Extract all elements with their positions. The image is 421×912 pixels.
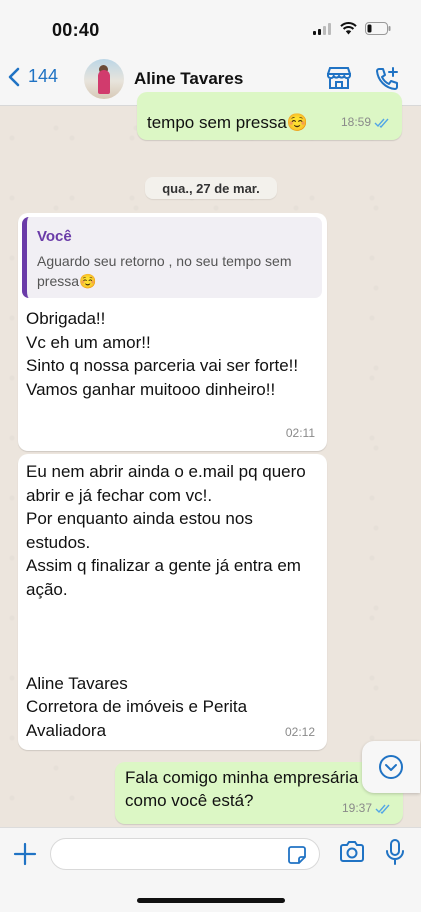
sticker-icon[interactable] [287,845,307,865]
wifi-icon [340,22,357,35]
date-separator: qua., 27 de mar. [145,177,277,199]
chevron-left-icon [8,67,20,86]
message-meta: 19:37 [342,797,391,820]
plus-icon[interactable] [12,841,38,867]
message-input[interactable] [50,838,320,870]
status-bar: 00:40 [0,0,421,52]
signal-icon [313,22,331,35]
double-check-icon [375,804,390,814]
quoted-message[interactable]: Você Aguardo seu retorno , no seu tempo … [22,217,322,298]
battery-icon [365,22,391,35]
quote-author: Você [37,228,72,245]
call-add-icon[interactable] [373,65,401,93]
quote-text: Aguardo seu retorno , no seu tempo sem p… [37,253,292,289]
home-indicator [137,898,285,903]
message-bubble-incoming[interactable]: Você Aguardo seu retorno , no seu tempo … [18,213,327,451]
message-meta: 18:59 [341,111,390,134]
status-icons [313,22,391,35]
message-bubble-incoming[interactable]: Eu nem abrir ainda o e.mail pq quero abr… [18,454,327,750]
message-time: 02:11 [285,426,315,440]
message-text: Eu nem abrir ainda o e.mail pq quero abr… [26,462,306,740]
back-button[interactable]: 144 [8,66,58,87]
camera-icon[interactable] [338,840,366,864]
message-meta: 02:11 [286,422,315,445]
scroll-to-bottom-button[interactable] [362,741,420,793]
message-time: 18:59 [340,115,371,129]
double-check-icon [374,118,389,128]
unread-count: 144 [28,66,59,86]
message-text: tempo sem pressa☺️ [147,113,309,132]
message-text: Obrigada!! Vc eh um amor!! Sinto q nossa… [26,309,299,399]
message-meta: 02:12 [285,721,315,744]
status-time: 00:40 [52,20,100,40]
contact-name[interactable]: Aline Tavares [134,69,243,89]
header-actions [325,65,401,93]
message-time: 02:12 [284,725,315,739]
chevron-down-circle-icon [379,755,403,779]
avatar[interactable] [84,59,124,99]
microphone-icon[interactable] [384,838,406,866]
store-icon[interactable] [325,65,353,91]
message-bubble-outgoing[interactable]: tempo sem pressa☺️ 18:59 [137,92,402,140]
message-bubble-outgoing[interactable]: Fala comigo minha empresária como você e… [115,762,403,824]
message-time: 19:37 [341,801,372,815]
